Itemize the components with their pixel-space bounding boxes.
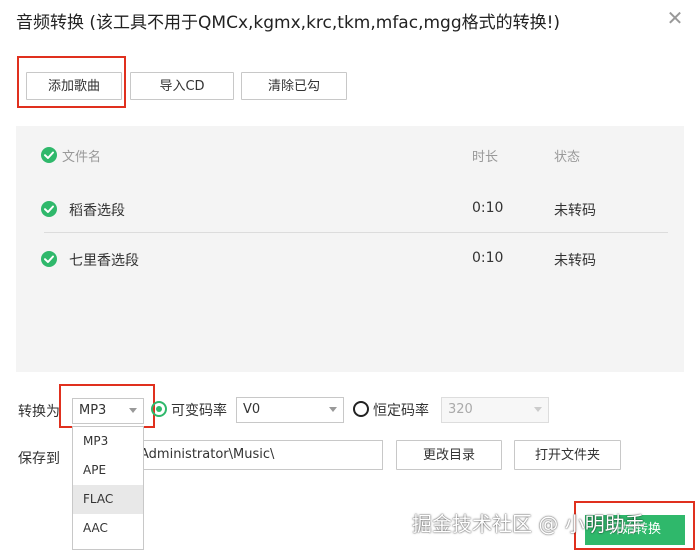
format-dropdown-list: MP3 APE FLAC AAC: [72, 426, 144, 550]
format-option-flac[interactable]: FLAC: [73, 485, 143, 514]
column-header-name[interactable]: 文件名: [62, 146, 101, 165]
select-all-checkbox-icon[interactable]: [40, 146, 58, 164]
add-song-button[interactable]: 添加歌曲: [26, 72, 122, 100]
watermark-text: 掘金技术社区 @ 小明助手: [412, 512, 645, 536]
row-status: 未转码: [554, 253, 596, 269]
vbr-label[interactable]: 可变码率: [171, 400, 227, 420]
close-icon[interactable]: ✕: [663, 6, 687, 30]
save-to-label: 保存到: [18, 451, 60, 467]
clear-checked-button[interactable]: 清除已勾: [241, 72, 347, 100]
cbr-select: 320: [441, 397, 549, 423]
vbr-radio[interactable]: [151, 401, 167, 417]
open-folder-button[interactable]: 打开文件夹: [514, 440, 621, 470]
row-divider: [44, 232, 668, 233]
cbr-label[interactable]: 恒定码率: [373, 400, 429, 420]
chevron-down-icon: [534, 407, 542, 412]
row-file-name: 七里香选段: [69, 253, 139, 269]
format-option-mp3[interactable]: MP3: [73, 427, 143, 456]
chevron-down-icon: [329, 407, 337, 412]
row-checkbox-icon[interactable]: [40, 200, 58, 218]
format-option-ape[interactable]: APE: [73, 456, 143, 485]
convert-to-label: 转换为: [18, 404, 60, 420]
column-header-status[interactable]: 状态: [554, 146, 580, 165]
save-path-value: Administrator\Music\: [140, 447, 275, 462]
cbr-radio[interactable]: [353, 401, 369, 417]
column-header-duration[interactable]: 时长: [472, 146, 498, 165]
row-duration: 0:10: [472, 250, 504, 266]
format-select-value: MP3: [79, 403, 107, 418]
vbr-select[interactable]: V0: [236, 397, 344, 423]
change-directory-button[interactable]: 更改目录: [396, 440, 502, 470]
cbr-select-value: 320: [448, 402, 473, 417]
file-list: 文件名 时长 状态 稻香选段 0:10 未转码 七里香选段 0:10 未转码: [16, 126, 684, 372]
row-checkbox-icon[interactable]: [40, 250, 58, 268]
row-duration: 0:10: [472, 200, 504, 216]
chevron-down-icon: [129, 408, 137, 413]
import-cd-button[interactable]: 导入CD: [130, 72, 234, 100]
row-status: 未转码: [554, 203, 596, 219]
format-option-aac[interactable]: AAC: [73, 514, 143, 543]
row-file-name: 稻香选段: [69, 203, 125, 219]
vbr-select-value: V0: [243, 402, 261, 417]
dialog-title: 音频转换 (该工具不用于QMCx,kgmx,krc,tkm,mfac,mgg格式…: [16, 13, 561, 33]
format-select[interactable]: MP3: [72, 398, 144, 424]
